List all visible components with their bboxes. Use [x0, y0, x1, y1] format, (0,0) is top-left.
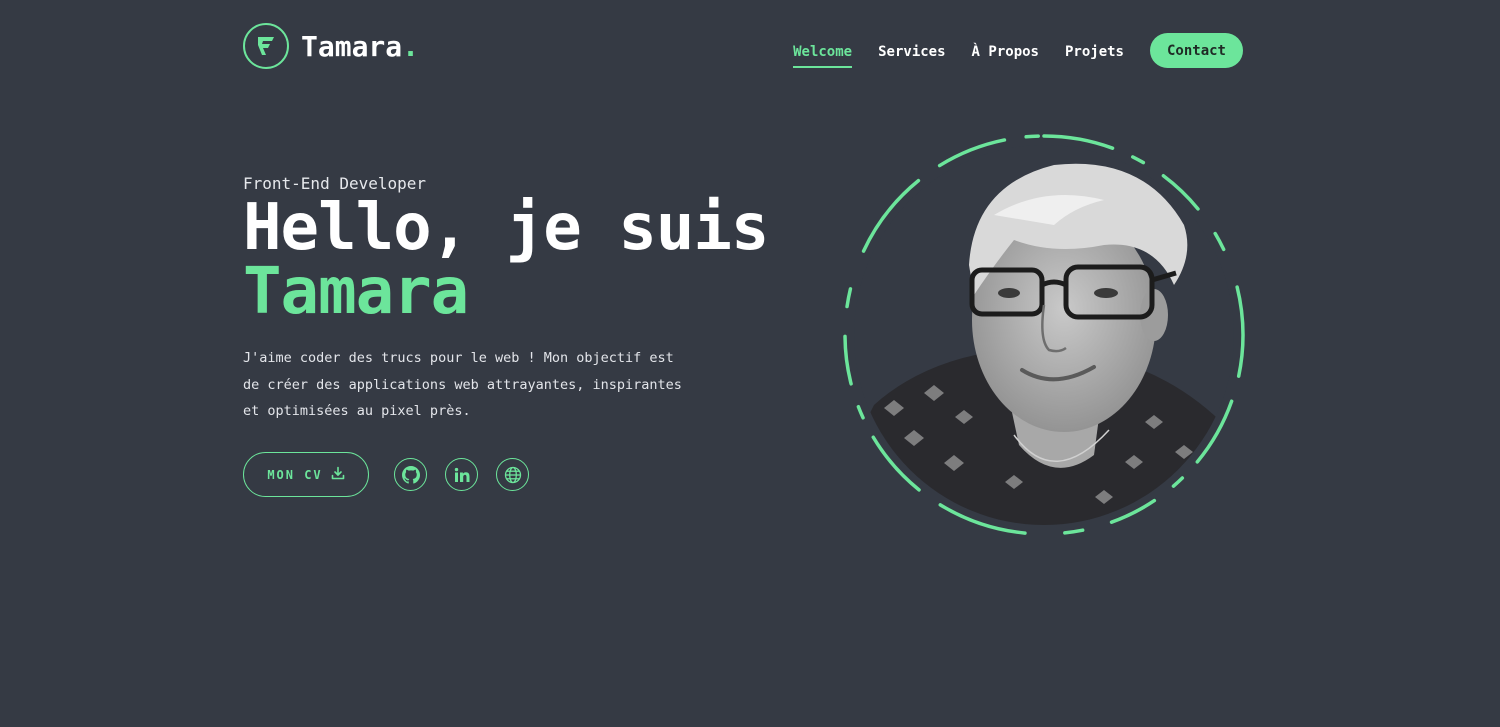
- github-icon: [401, 465, 420, 484]
- website-link[interactable]: [496, 458, 529, 491]
- hero-headline-greeting: Hello, je suis: [243, 191, 769, 265]
- nav-services[interactable]: Services: [878, 36, 945, 66]
- brand-dot: .: [402, 29, 420, 63]
- contact-button[interactable]: Contact: [1150, 33, 1243, 68]
- hero-headline-name: Tamara: [243, 255, 469, 329]
- linkedin-link[interactable]: [445, 458, 478, 491]
- portrait-section: [842, 133, 1246, 537]
- main-nav: Welcome Services À Propos Projets Contac…: [793, 33, 1243, 68]
- linkedin-icon: [454, 467, 470, 483]
- nav-projets[interactable]: Projets: [1065, 36, 1124, 66]
- cv-download-button[interactable]: MON CV: [243, 452, 369, 497]
- globe-icon: [504, 466, 522, 484]
- hero-description: J'aime coder des trucs pour le web ! Mon…: [243, 350, 682, 419]
- brand-name: Tamara.: [301, 29, 420, 63]
- github-link[interactable]: [394, 458, 427, 491]
- nav-a-propos[interactable]: À Propos: [972, 36, 1039, 66]
- page: Tamara. Welcome Services À Propos Projet…: [0, 0, 1500, 727]
- nav-welcome[interactable]: Welcome: [793, 36, 853, 68]
- tamara-logo-icon: [243, 23, 289, 69]
- brand-logo[interactable]: Tamara.: [243, 23, 419, 69]
- download-icon: [331, 466, 345, 483]
- portrait-ring: [843, 134, 1245, 536]
- hero-headline: Hello, je suis Tamara: [243, 196, 769, 329]
- cv-button-label: MON CV: [267, 467, 323, 482]
- hero-actions: MON CV: [243, 452, 547, 497]
